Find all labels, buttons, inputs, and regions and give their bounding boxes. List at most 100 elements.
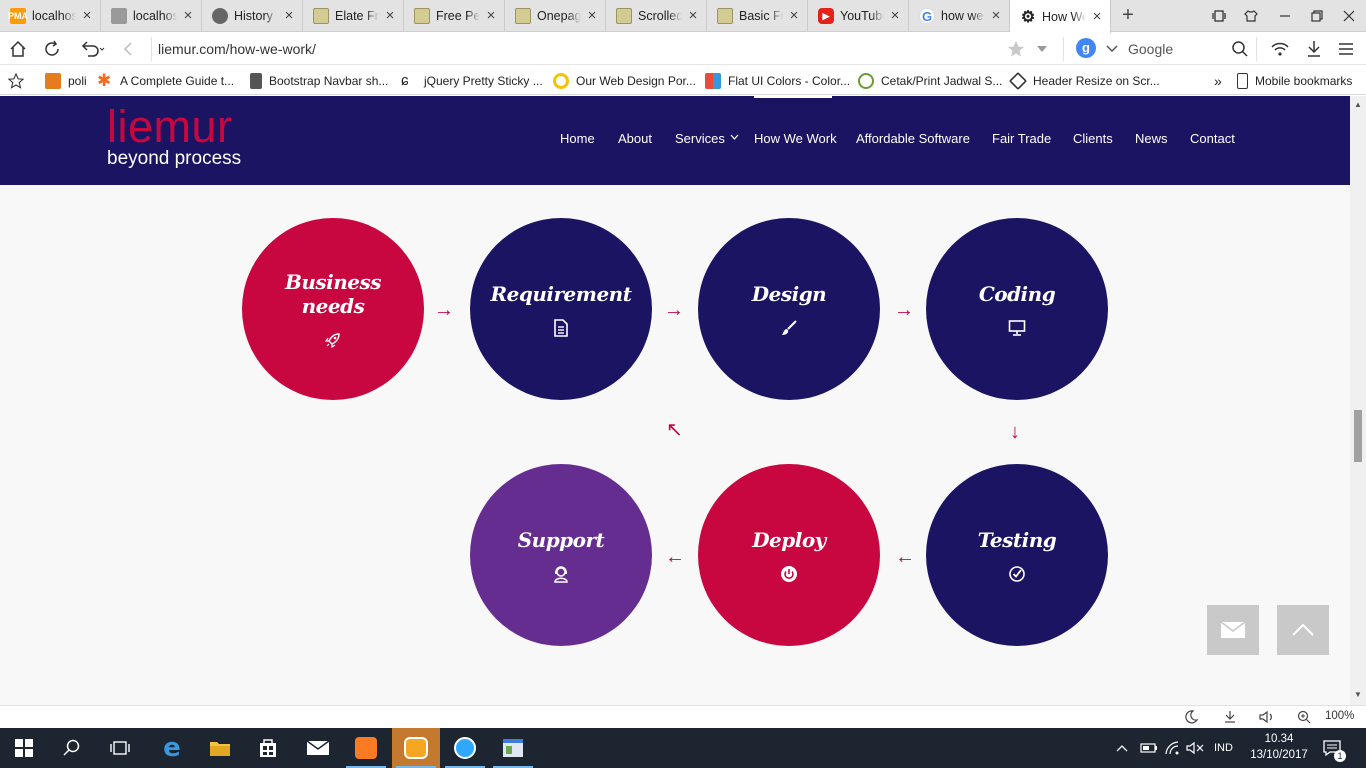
task-view-button[interactable]	[96, 728, 144, 768]
download-icon[interactable]	[1302, 37, 1326, 61]
tab-scrolled[interactable]: Scrolled ×	[606, 0, 707, 32]
dropdown-chevron-icon[interactable]	[1030, 37, 1054, 61]
bookmark-bootstrap-navbar[interactable]: Bootstrap Navbar sh...	[250, 71, 388, 90]
show-hidden-icons-button[interactable]	[1116, 728, 1128, 768]
taskbar-terminal[interactable]	[489, 728, 537, 768]
bookmark-header-resize[interactable]: Header Resize on Scr...	[1008, 71, 1160, 90]
bookmark-web-design-portfolio[interactable]: Our Web Design Por...	[553, 71, 696, 90]
google-search-icon[interactable]: g	[1076, 38, 1096, 58]
close-tab-icon[interactable]: ×	[383, 8, 397, 23]
mobile-bookmarks[interactable]: Mobile bookmarks	[1237, 71, 1352, 90]
action-center-button[interactable]: 1	[1322, 728, 1346, 768]
tab-google-search[interactable]: G how we ×	[909, 0, 1010, 32]
taskbar-store[interactable]	[244, 728, 292, 768]
minimize-icon[interactable]	[1268, 0, 1302, 32]
nav-affordable-software[interactable]: Affordable Software	[856, 131, 970, 146]
zoom-icon[interactable]	[1297, 710, 1311, 727]
chevron-down-icon[interactable]	[730, 132, 739, 143]
nav-how-we-work[interactable]: How We Work	[754, 131, 837, 146]
tab-free-personal[interactable]: Free Person ×	[404, 0, 505, 32]
menu-icon[interactable]	[1334, 37, 1358, 61]
bookmark-flat-ui-colors[interactable]: Flat UI Colors - Color...	[705, 71, 850, 90]
close-tab-icon[interactable]: ×	[1090, 9, 1104, 24]
nav-home[interactable]: Home	[560, 131, 595, 146]
volume-muted-icon[interactable]	[1186, 728, 1204, 768]
home-button[interactable]	[6, 37, 30, 61]
taskbar-xampp[interactable]	[342, 728, 390, 768]
wifi-icon[interactable]	[1164, 728, 1180, 768]
scroll-up-arrow-icon[interactable]: ▲	[1354, 100, 1362, 109]
new-tab-button[interactable]: +	[1118, 4, 1138, 26]
page-scrollbar[interactable]: ▲ ▼	[1350, 96, 1366, 705]
back-button[interactable]	[116, 37, 140, 61]
close-tab-icon[interactable]: ×	[484, 8, 498, 23]
scroll-to-top-button[interactable]	[1277, 605, 1329, 655]
nav-services[interactable]: Services	[675, 131, 725, 146]
nav-about[interactable]: About	[618, 131, 652, 146]
close-tab-icon[interactable]: ×	[787, 8, 801, 23]
reload-button[interactable]	[40, 37, 64, 61]
night-mode-icon[interactable]	[1184, 710, 1199, 727]
search-button[interactable]	[48, 728, 96, 768]
tab-basic-free[interactable]: Basic Free ×	[707, 0, 808, 32]
close-tab-icon[interactable]: ×	[80, 8, 94, 23]
site-logo[interactable]: liemur beyond process	[107, 104, 241, 170]
tab-how-we-work[interactable]: ⚙ How We Work ×	[1010, 0, 1111, 33]
close-tab-icon[interactable]: ×	[686, 8, 700, 23]
search-engine-dropdown-icon[interactable]	[1100, 37, 1124, 61]
undo-close-button[interactable]	[78, 37, 108, 61]
taskbar-file-explorer[interactable]	[196, 728, 244, 768]
bookmark-star-icon[interactable]	[1004, 37, 1028, 61]
system-clock[interactable]: 10.34 13/10/2017	[1250, 731, 1308, 763]
logo-tagline: beyond process	[107, 148, 242, 169]
search-input[interactable]: Google	[1128, 39, 1173, 59]
zoom-level[interactable]: 100%	[1325, 710, 1354, 722]
skin-icon[interactable]	[1234, 0, 1268, 32]
arrow-right-icon: →	[434, 299, 454, 321]
close-tab-icon[interactable]: ×	[888, 8, 902, 23]
start-button[interactable]	[0, 728, 48, 768]
restore-icon[interactable]	[1300, 0, 1334, 32]
tab-label: YouTube	[840, 9, 884, 23]
close-tab-icon[interactable]: ×	[181, 8, 195, 23]
tab-localhost[interactable]: localhost ×	[101, 0, 202, 32]
taskbar-photoshop-express[interactable]	[441, 728, 489, 768]
nav-contact[interactable]: Contact	[1190, 131, 1235, 146]
tab-history[interactable]: History ×	[202, 0, 303, 32]
bookmarks-star-icon[interactable]	[8, 71, 24, 90]
mobile-icon	[1237, 72, 1248, 89]
taskbar-uc-browser[interactable]	[392, 728, 440, 768]
taskbar-edge[interactable]: e	[148, 728, 196, 768]
close-tab-icon[interactable]: ×	[585, 8, 599, 23]
close-tab-icon[interactable]: ×	[282, 8, 296, 23]
tab-onepage[interactable]: Onepage ×	[505, 0, 606, 32]
nav-news[interactable]: News	[1135, 131, 1168, 146]
contact-mail-button[interactable]	[1207, 605, 1259, 655]
chevron-up-icon	[1292, 623, 1314, 636]
bookmark-complete-guide[interactable]: ✱ A Complete Guide t...	[97, 71, 234, 90]
process-step-testing: Testing	[926, 464, 1108, 646]
nav-fair-trade[interactable]: Fair Trade	[992, 131, 1051, 146]
tab-elate[interactable]: Elate Free ×	[303, 0, 404, 32]
close-window-icon[interactable]	[1332, 0, 1366, 32]
window-app-icon	[503, 739, 523, 757]
tab-youtube[interactable]: ▶ YouTube ×	[808, 0, 909, 32]
bookmarks-overflow-button[interactable]: »	[1214, 71, 1222, 90]
search-icon[interactable]	[1228, 37, 1252, 61]
tab-layout-icon[interactable]	[1202, 0, 1236, 32]
bookmark-cetak-jadwal[interactable]: Cetak/Print Jadwal S...	[858, 71, 1002, 90]
battery-icon[interactable]	[1140, 728, 1158, 768]
bookmark-poli[interactable]: poli	[45, 71, 87, 90]
sound-icon[interactable]	[1259, 710, 1277, 727]
network-icon[interactable]	[1268, 37, 1292, 61]
input-language[interactable]: IND	[1214, 728, 1233, 768]
scroll-down-arrow-icon[interactable]: ▼	[1354, 690, 1362, 699]
bookmark-jquery-sticky[interactable]: ɕ jQuery Pretty Sticky ...	[401, 71, 543, 90]
taskbar-mail[interactable]	[294, 728, 342, 768]
url-field[interactable]: liemur.com/how-we-work/	[158, 39, 316, 59]
close-tab-icon[interactable]: ×	[989, 8, 1003, 23]
nav-clients[interactable]: Clients	[1073, 131, 1113, 146]
tab-localhost-pma[interactable]: PMA localhost ×	[0, 0, 101, 32]
scrollbar-thumb[interactable]	[1354, 410, 1362, 462]
save-page-icon[interactable]	[1223, 710, 1237, 727]
